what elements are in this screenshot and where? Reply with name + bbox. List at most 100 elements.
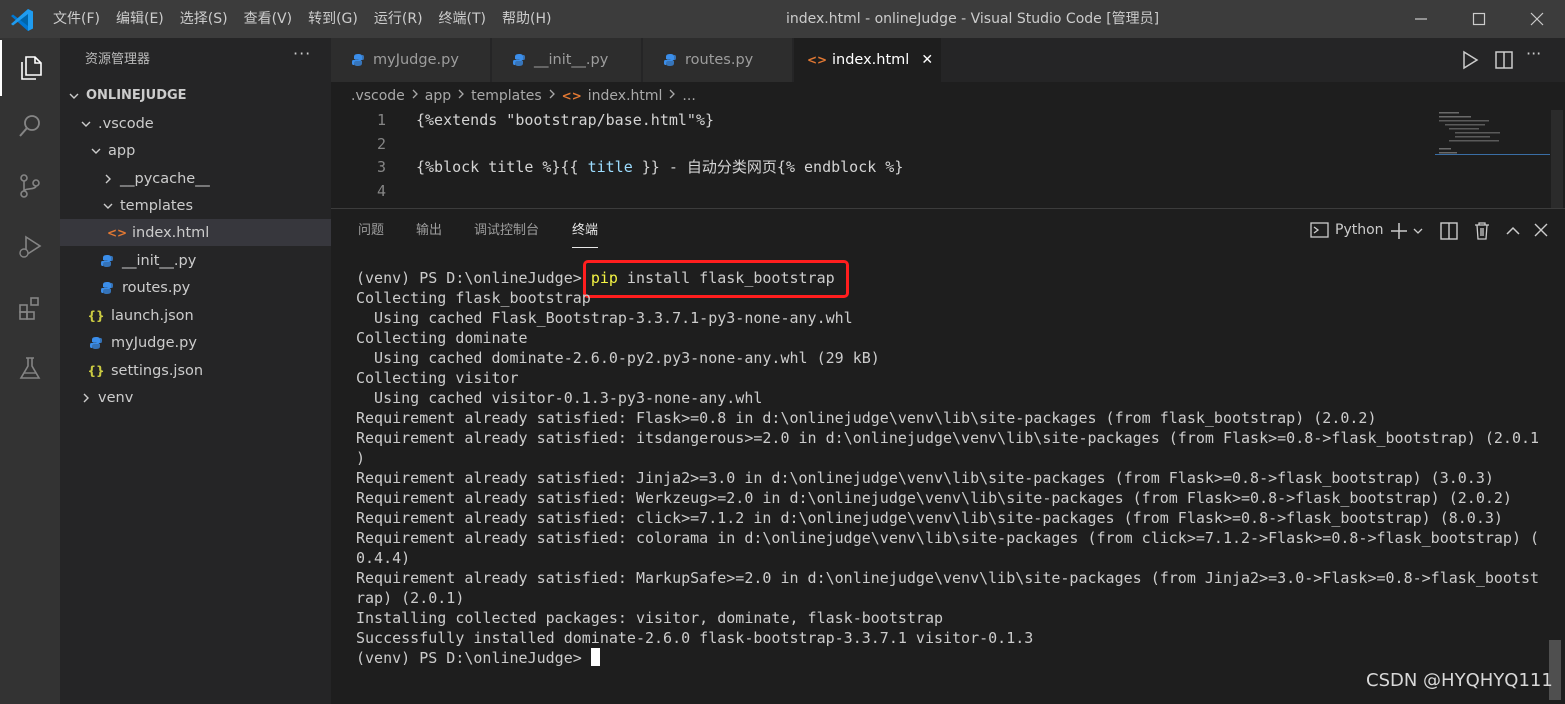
tab-myjudge-py[interactable]: myJudge.py — [331, 38, 491, 82]
extensions-icon[interactable] — [0, 280, 60, 336]
tab-index-html[interactable]: <> index.html ✕ — [794, 38, 942, 82]
split-editor-icon[interactable] — [1494, 50, 1514, 74]
tree-folder-pycache[interactable]: __pycache__ — [60, 165, 331, 192]
tab-label: index.html — [832, 52, 910, 68]
breadcrumb: .vscode app templates <> index.html ... — [331, 82, 696, 110]
line-number: 4 — [376, 182, 386, 200]
breadcrumb-item[interactable]: ... — [682, 88, 695, 104]
tree-label: .vscode — [98, 115, 154, 132]
line-number: 2 — [376, 135, 386, 153]
split-terminal-button[interactable] — [1440, 222, 1458, 244]
panel-tab-problems[interactable]: 问题 — [358, 218, 384, 248]
editor-scrollbar[interactable] — [1551, 110, 1563, 208]
explorer-icon[interactable] — [0, 40, 60, 96]
panel-border — [331, 208, 1565, 209]
tab-init-py[interactable]: __init__.py — [492, 38, 642, 82]
code-line[interactable]: 4 — [331, 179, 1431, 203]
chevron-up-icon — [1506, 226, 1520, 235]
breadcrumb-item[interactable]: app — [425, 88, 451, 104]
terminal-command-line[interactable]: (venv) PS D:\onlineJudge> pip install fl… — [356, 268, 1546, 288]
panel-tab-output[interactable]: 输出 — [416, 218, 442, 248]
tab-label: myJudge.py — [373, 52, 459, 68]
panel-tab-debug-console[interactable]: 调试控制台 — [474, 218, 539, 248]
html-file-icon: <> — [106, 225, 128, 240]
terminal-input-line[interactable]: (venv) PS D:\onlineJudge> — [356, 648, 1546, 668]
menu-go[interactable]: 转到(G) — [300, 0, 366, 38]
terminal-output-line: Using cached Flask_Bootstrap-3.3.7.1-py3… — [356, 309, 853, 327]
panel-tab-terminal[interactable]: 终端 — [572, 218, 599, 248]
tree-root-onlinejudge[interactable]: ONLINEJUDGE — [60, 82, 331, 109]
menu-file[interactable]: 文件(F) — [45, 0, 108, 38]
code-line[interactable]: 2 — [331, 132, 1431, 156]
code-line[interactable]: 1 {%extends "bootstrap/base.html"%} — [331, 108, 1431, 132]
menu-view[interactable]: 查看(V) — [236, 0, 301, 38]
menu-terminal[interactable]: 终端(T) — [431, 0, 494, 38]
terminal-prompt: (venv) PS D:\onlineJudge> — [356, 649, 582, 667]
tree-file-settings-json[interactable]: {} settings.json — [60, 357, 331, 384]
breadcrumb-item[interactable]: templates — [471, 88, 542, 104]
chevron-right-icon — [668, 88, 676, 104]
tree-label: __pycache__ — [120, 170, 210, 187]
tree-label: index.html — [132, 224, 210, 241]
terminal-shell-selector[interactable]: Python — [1310, 221, 1384, 239]
html-file-icon: <> — [561, 89, 582, 103]
breadcrumb-item[interactable]: index.html — [588, 88, 663, 104]
tree-folder-app[interactable]: app — [60, 137, 331, 164]
run-debug-icon[interactable] — [0, 218, 60, 274]
tree-folder-vscode[interactable]: .vscode — [60, 110, 331, 137]
chevron-down-icon — [66, 88, 82, 104]
kill-terminal-button[interactable] — [1473, 221, 1491, 245]
testing-icon[interactable] — [0, 340, 60, 396]
maximize-panel-button[interactable] — [1505, 223, 1521, 242]
terminal-cursor — [590, 648, 600, 666]
search-icon[interactable] — [0, 98, 60, 154]
menu-edit[interactable]: 编辑(E) — [108, 0, 172, 38]
tree-label: launch.json — [111, 307, 194, 324]
menu-selection[interactable]: 选择(S) — [172, 0, 236, 38]
terminal-output-line: Requirement already satisfied: colorama … — [356, 529, 1540, 547]
terminal-output-line: rap) (2.0.1) — [356, 589, 465, 607]
code-line[interactable]: 3 {%block title %}{{ title }} - 自动分类网页{% … — [331, 155, 1431, 179]
source-control-icon[interactable] — [0, 158, 60, 214]
run-file-icon[interactable] — [1460, 50, 1480, 74]
terminal-output-line: Using cached dominate-2.6.0-py2.py3-none… — [356, 349, 880, 367]
tree-label: templates — [120, 197, 194, 214]
more-actions-icon[interactable]: ··· — [293, 44, 311, 63]
maximize-icon — [1472, 12, 1486, 26]
terminal-output-line: Using cached visitor-0.1.3-py3-none-any.… — [356, 389, 763, 407]
python-file-icon — [98, 253, 116, 269]
tree-file-myjudge-py[interactable]: myJudge.py — [60, 329, 331, 356]
close-window-button[interactable] — [1514, 0, 1560, 38]
split-icon — [1440, 222, 1458, 240]
chevron-right-icon — [411, 88, 419, 104]
close-tab-icon[interactable]: ✕ — [921, 52, 933, 68]
menu-run[interactable]: 运行(R) — [366, 0, 431, 38]
tree-folder-templates[interactable]: templates — [60, 192, 331, 219]
close-icon — [1530, 12, 1544, 26]
minimize-button[interactable] — [1398, 0, 1444, 38]
tree-folder-venv[interactable]: venv — [60, 384, 331, 411]
breadcrumb-item[interactable]: .vscode — [351, 88, 405, 104]
tree-label: venv — [98, 389, 134, 406]
tree-file-index-html[interactable]: <> index.html — [60, 219, 331, 246]
menu-help[interactable]: 帮助(H) — [494, 0, 559, 38]
terminal-output-line: Requirement already satisfied: Flask>=0.… — [356, 409, 1377, 427]
close-icon — [1534, 223, 1548, 237]
editor-more-icon[interactable]: ··· — [1526, 44, 1541, 63]
tree-label: app — [108, 142, 136, 159]
close-panel-button[interactable] — [1534, 222, 1548, 241]
terminal-output-line: Collecting flask_bootstrap — [356, 289, 591, 307]
tree-file-launch-json[interactable]: {} launch.json — [60, 302, 331, 329]
new-terminal-button[interactable] — [1390, 222, 1424, 244]
terminal-output-line: Installing collected packages: visitor, … — [356, 609, 943, 627]
menu-bar: 文件(F) 编辑(E) 选择(S) 查看(V) 转到(G) 运行(R) 终端(T… — [45, 0, 559, 38]
minimap[interactable] — [1435, 110, 1550, 210]
terminal-shell-name: Python — [1335, 222, 1384, 238]
tree-file-routes-py[interactable]: routes.py — [60, 274, 331, 301]
python-file-icon — [661, 52, 679, 68]
tab-routes-py[interactable]: routes.py — [643, 38, 793, 82]
trash-icon — [1475, 222, 1489, 240]
tree-file-init-py[interactable]: __init__.py — [60, 247, 331, 274]
minimize-icon — [1415, 18, 1427, 20]
maximize-button[interactable] — [1456, 0, 1502, 38]
